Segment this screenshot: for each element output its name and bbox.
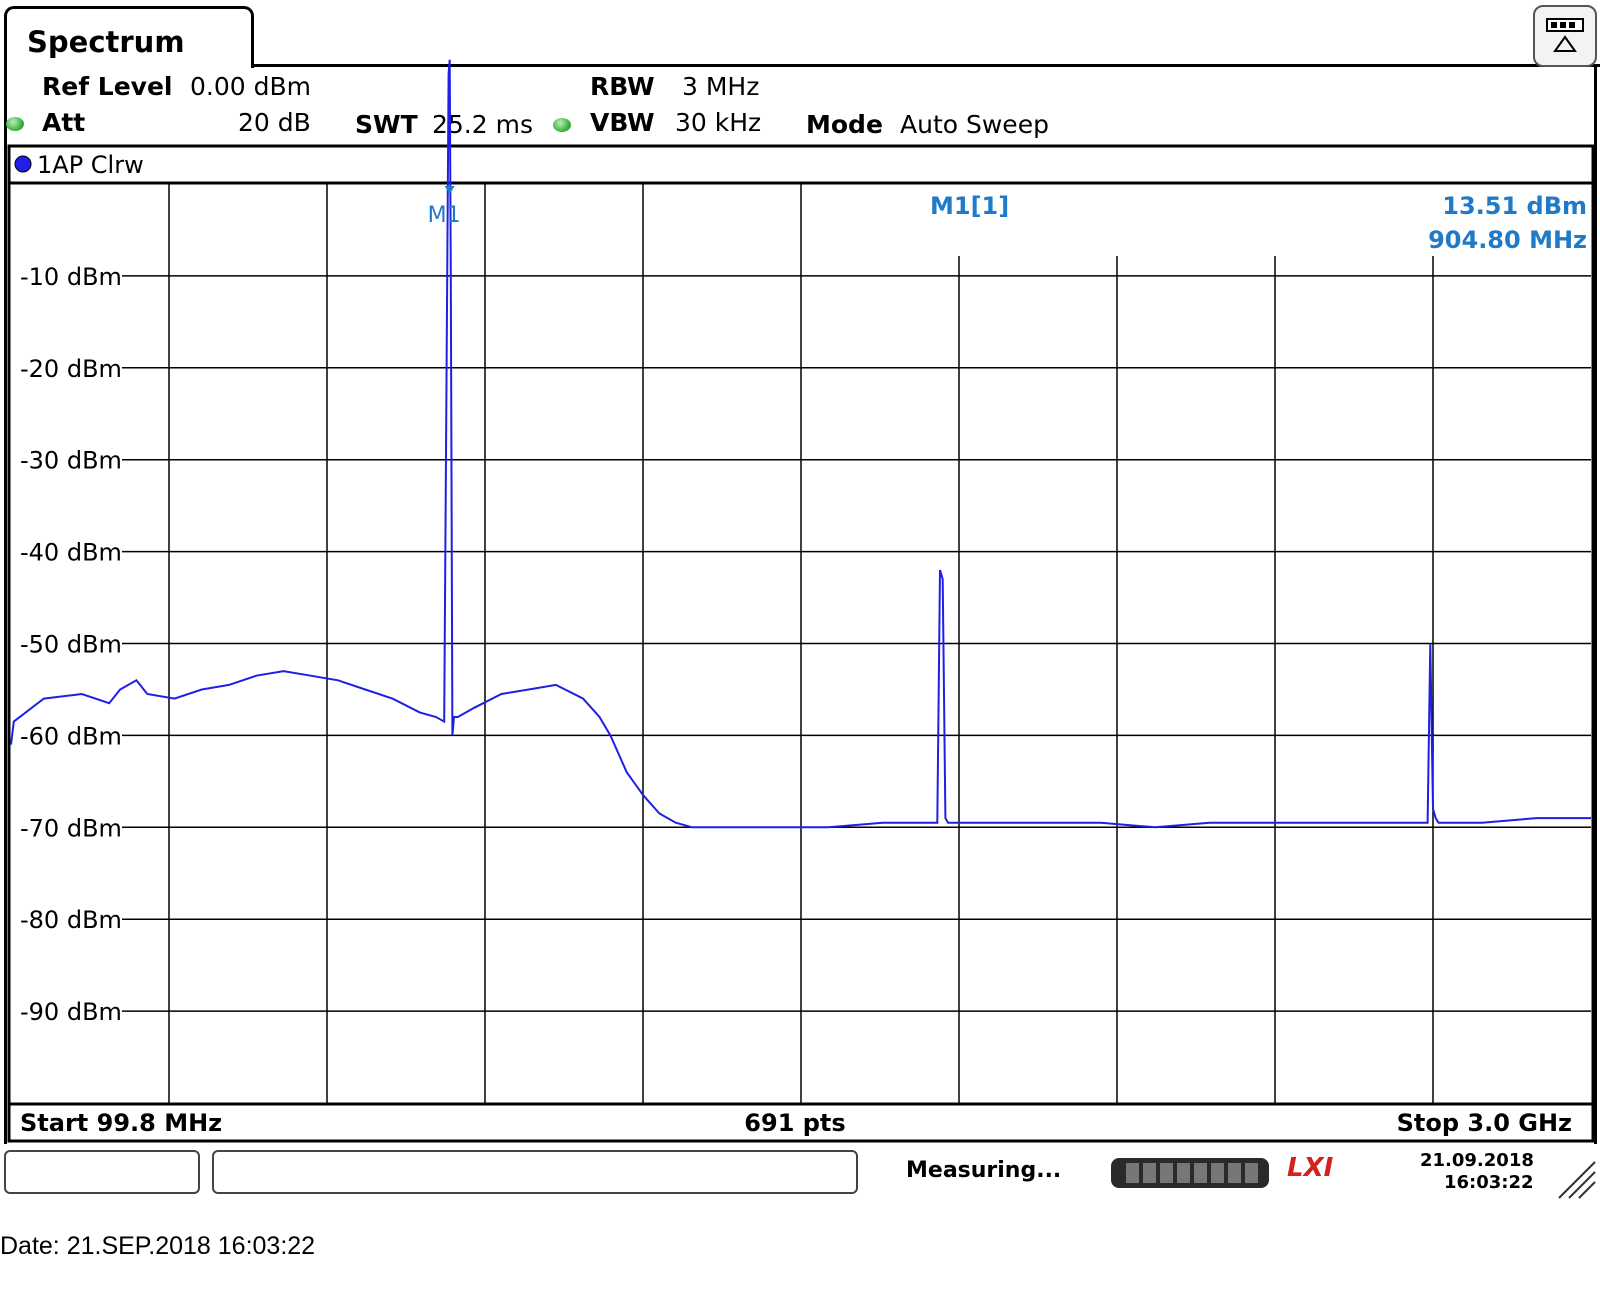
measuring-status: Measuring...: [906, 1158, 1062, 1183]
y-tick-labels: -10 dBm -20 dBm -30 dBm -40 dBm -50 dBm -60 d…: [20, 263, 122, 1026]
status-box-left[interactable]: [4, 1150, 200, 1194]
spectrum-chart: 1AP Clrw -10 dBm -20 dBm -30 dBm -40 dBm -50…: [7, 59, 1595, 1143]
sweep-points: 691 pts: [744, 1109, 845, 1137]
grid: [122, 184, 1591, 1103]
stop-frequency: Stop 3.0 GHz: [1397, 1109, 1572, 1137]
progress-cell: [1228, 1163, 1241, 1183]
marker-readout-name: M1[1]: [930, 192, 1009, 220]
progress-cell: [1143, 1163, 1156, 1183]
y-tick-label: -20 dBm: [20, 355, 122, 383]
trace-label: 1AP Clrw: [37, 151, 144, 179]
y-tick-label: -50 dBm: [20, 631, 122, 659]
progress-cell: [1211, 1163, 1224, 1183]
progress-cell: [1194, 1163, 1207, 1183]
progress-cell: [1177, 1163, 1190, 1183]
progress-cell: [1126, 1163, 1139, 1183]
marker-readout-level: 13.51 dBm: [1442, 192, 1587, 220]
y-tick-label: -60 dBm: [20, 722, 122, 750]
y-tick-label: -40 dBm: [20, 539, 122, 567]
status-box-message[interactable]: [212, 1150, 858, 1194]
y-tick-label: -30 dBm: [20, 447, 122, 475]
y-tick-label: -90 dBm: [20, 998, 122, 1026]
marker-group: M1: [428, 186, 461, 228]
marker-m1-label: M1: [428, 203, 461, 228]
y-tick-label: -70 dBm: [20, 814, 122, 842]
progress-bar: [1111, 1158, 1269, 1188]
start-frequency: Start 99.8 MHz: [20, 1109, 222, 1137]
status-date: 21.09.2018: [1420, 1150, 1534, 1171]
date-line: Date: 21.SEP.2018 16:03:22: [0, 1232, 316, 1260]
y-tick-label: -80 dBm: [20, 906, 122, 934]
status-time: 16:03:22: [1444, 1172, 1534, 1193]
progress-cell: [1245, 1163, 1258, 1183]
y-tick-label: -10 dBm: [20, 263, 122, 291]
marker-m1-triangle: [444, 186, 455, 194]
progress-cell: [1160, 1163, 1173, 1183]
trace-indicator-icon: [14, 155, 32, 173]
lxi-logo: LXI: [1287, 1153, 1334, 1183]
marker-readout-freq: 904.80 MHz: [1428, 226, 1587, 254]
resize-grip-icon[interactable]: [1555, 1160, 1597, 1200]
